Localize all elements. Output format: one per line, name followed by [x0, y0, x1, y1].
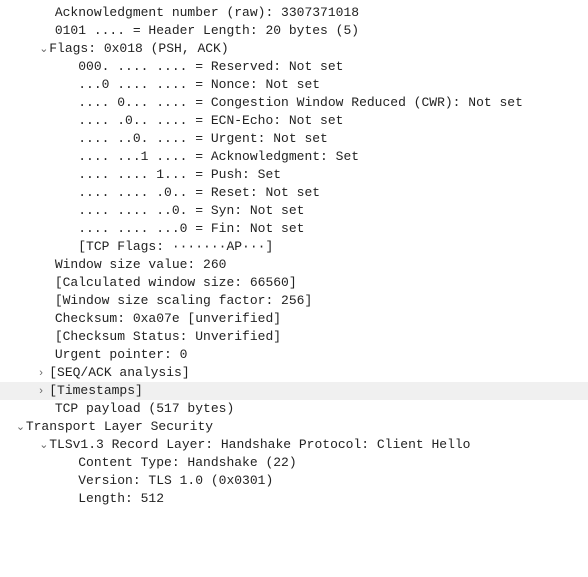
field-flag-push[interactable]: .... .... 1... = Push: Set — [0, 166, 588, 184]
field-text: [SEQ/ACK analysis] — [49, 365, 189, 380]
field-tcp-flags-summary[interactable]: [TCP Flags: ·······AP···] — [0, 238, 588, 256]
field-text: TCP payload (517 bytes) — [55, 401, 234, 416]
expand-toggle-icon[interactable]: › — [39, 382, 49, 400]
field-ack-raw[interactable]: Acknowledgment number (raw): 3307371018 — [0, 4, 588, 22]
field-text: Window size value: 260 — [55, 257, 227, 272]
field-text: .... .0.. .... = ECN-Echo: Not set — [78, 113, 343, 128]
field-text: Flags: 0x018 (PSH, ACK) — [49, 41, 228, 56]
field-text: Content Type: Handshake (22) — [78, 455, 296, 470]
field-flag-ack[interactable]: .... ...1 .... = Acknowledgment: Set — [0, 148, 588, 166]
field-urgent-pointer[interactable]: Urgent pointer: 0 — [0, 346, 588, 364]
field-text: .... .... ...0 = Fin: Not set — [78, 221, 304, 236]
field-length[interactable]: Length: 512 — [0, 490, 588, 508]
expand-toggle-icon[interactable]: ⌄ — [39, 40, 49, 58]
field-text: [Calculated window size: 66560] — [55, 275, 297, 290]
field-text: TLSv1.3 Record Layer: Handshake Protocol… — [49, 437, 470, 452]
field-flag-ecn[interactable]: .... .0.. .... = ECN-Echo: Not set — [0, 112, 588, 130]
field-tcp-payload[interactable]: TCP payload (517 bytes) — [0, 400, 588, 418]
field-text: .... .... ..0. = Syn: Not set — [78, 203, 304, 218]
field-text: [TCP Flags: ·······AP···] — [78, 239, 273, 254]
field-checksum-status[interactable]: [Checksum Status: Unverified] — [0, 328, 588, 346]
field-flags[interactable]: ⌄Flags: 0x018 (PSH, ACK) — [0, 40, 588, 58]
field-header-length[interactable]: 0101 .... = Header Length: 20 bytes (5) — [0, 22, 588, 40]
field-calc-window-size[interactable]: [Calculated window size: 66560] — [0, 274, 588, 292]
field-version[interactable]: Version: TLS 1.0 (0x0301) — [0, 472, 588, 490]
field-checksum[interactable]: Checksum: 0xa07e [unverified] — [0, 310, 588, 328]
field-window-scaling[interactable]: [Window size scaling factor: 256] — [0, 292, 588, 310]
field-text: .... .... 1... = Push: Set — [78, 167, 281, 182]
field-flag-nonce[interactable]: ...0 .... .... = Nonce: Not set — [0, 76, 588, 94]
field-text: Checksum: 0xa07e [unverified] — [55, 311, 281, 326]
field-flag-syn[interactable]: .... .... ..0. = Syn: Not set — [0, 202, 588, 220]
field-flag-reset[interactable]: .... .... .0.. = Reset: Not set — [0, 184, 588, 202]
expand-toggle-icon[interactable]: › — [39, 364, 49, 382]
field-content-type[interactable]: Content Type: Handshake (22) — [0, 454, 588, 472]
field-text: Urgent pointer: 0 — [55, 347, 188, 362]
field-text: [Window size scaling factor: 256] — [55, 293, 312, 308]
field-text: 0101 .... = Header Length: 20 bytes (5) — [55, 23, 359, 38]
field-text: Version: TLS 1.0 (0x0301) — [78, 473, 273, 488]
field-text: Transport Layer Security — [26, 419, 213, 434]
expand-toggle-icon[interactable]: ⌄ — [16, 418, 26, 436]
field-flag-urgent[interactable]: .... ..0. .... = Urgent: Not set — [0, 130, 588, 148]
field-timestamps[interactable]: ›[Timestamps] — [0, 382, 588, 400]
field-text: .... 0... .... = Congestion Window Reduc… — [78, 95, 523, 110]
field-text: .... ..0. .... = Urgent: Not set — [78, 131, 328, 146]
field-text: ...0 .... .... = Nonce: Not set — [78, 77, 320, 92]
field-flag-reserved[interactable]: 000. .... .... = Reserved: Not set — [0, 58, 588, 76]
field-text: Length: 512 — [78, 491, 164, 506]
field-flag-fin[interactable]: .... .... ...0 = Fin: Not set — [0, 220, 588, 238]
field-text: Acknowledgment number (raw): 3307371018 — [55, 5, 359, 20]
field-text: 000. .... .... = Reserved: Not set — [78, 59, 343, 74]
protocol-tls[interactable]: ⌄Transport Layer Security — [0, 418, 588, 436]
field-flag-cwr[interactable]: .... 0... .... = Congestion Window Reduc… — [0, 94, 588, 112]
field-seq-ack-analysis[interactable]: ›[SEQ/ACK analysis] — [0, 364, 588, 382]
field-text: .... ...1 .... = Acknowledgment: Set — [78, 149, 359, 164]
field-tls-record-layer[interactable]: ⌄TLSv1.3 Record Layer: Handshake Protoco… — [0, 436, 588, 454]
field-window-size[interactable]: Window size value: 260 — [0, 256, 588, 274]
expand-toggle-icon[interactable]: ⌄ — [39, 436, 49, 454]
field-text: [Checksum Status: Unverified] — [55, 329, 281, 344]
field-text: .... .... .0.. = Reset: Not set — [78, 185, 320, 200]
field-text: [Timestamps] — [49, 383, 143, 398]
